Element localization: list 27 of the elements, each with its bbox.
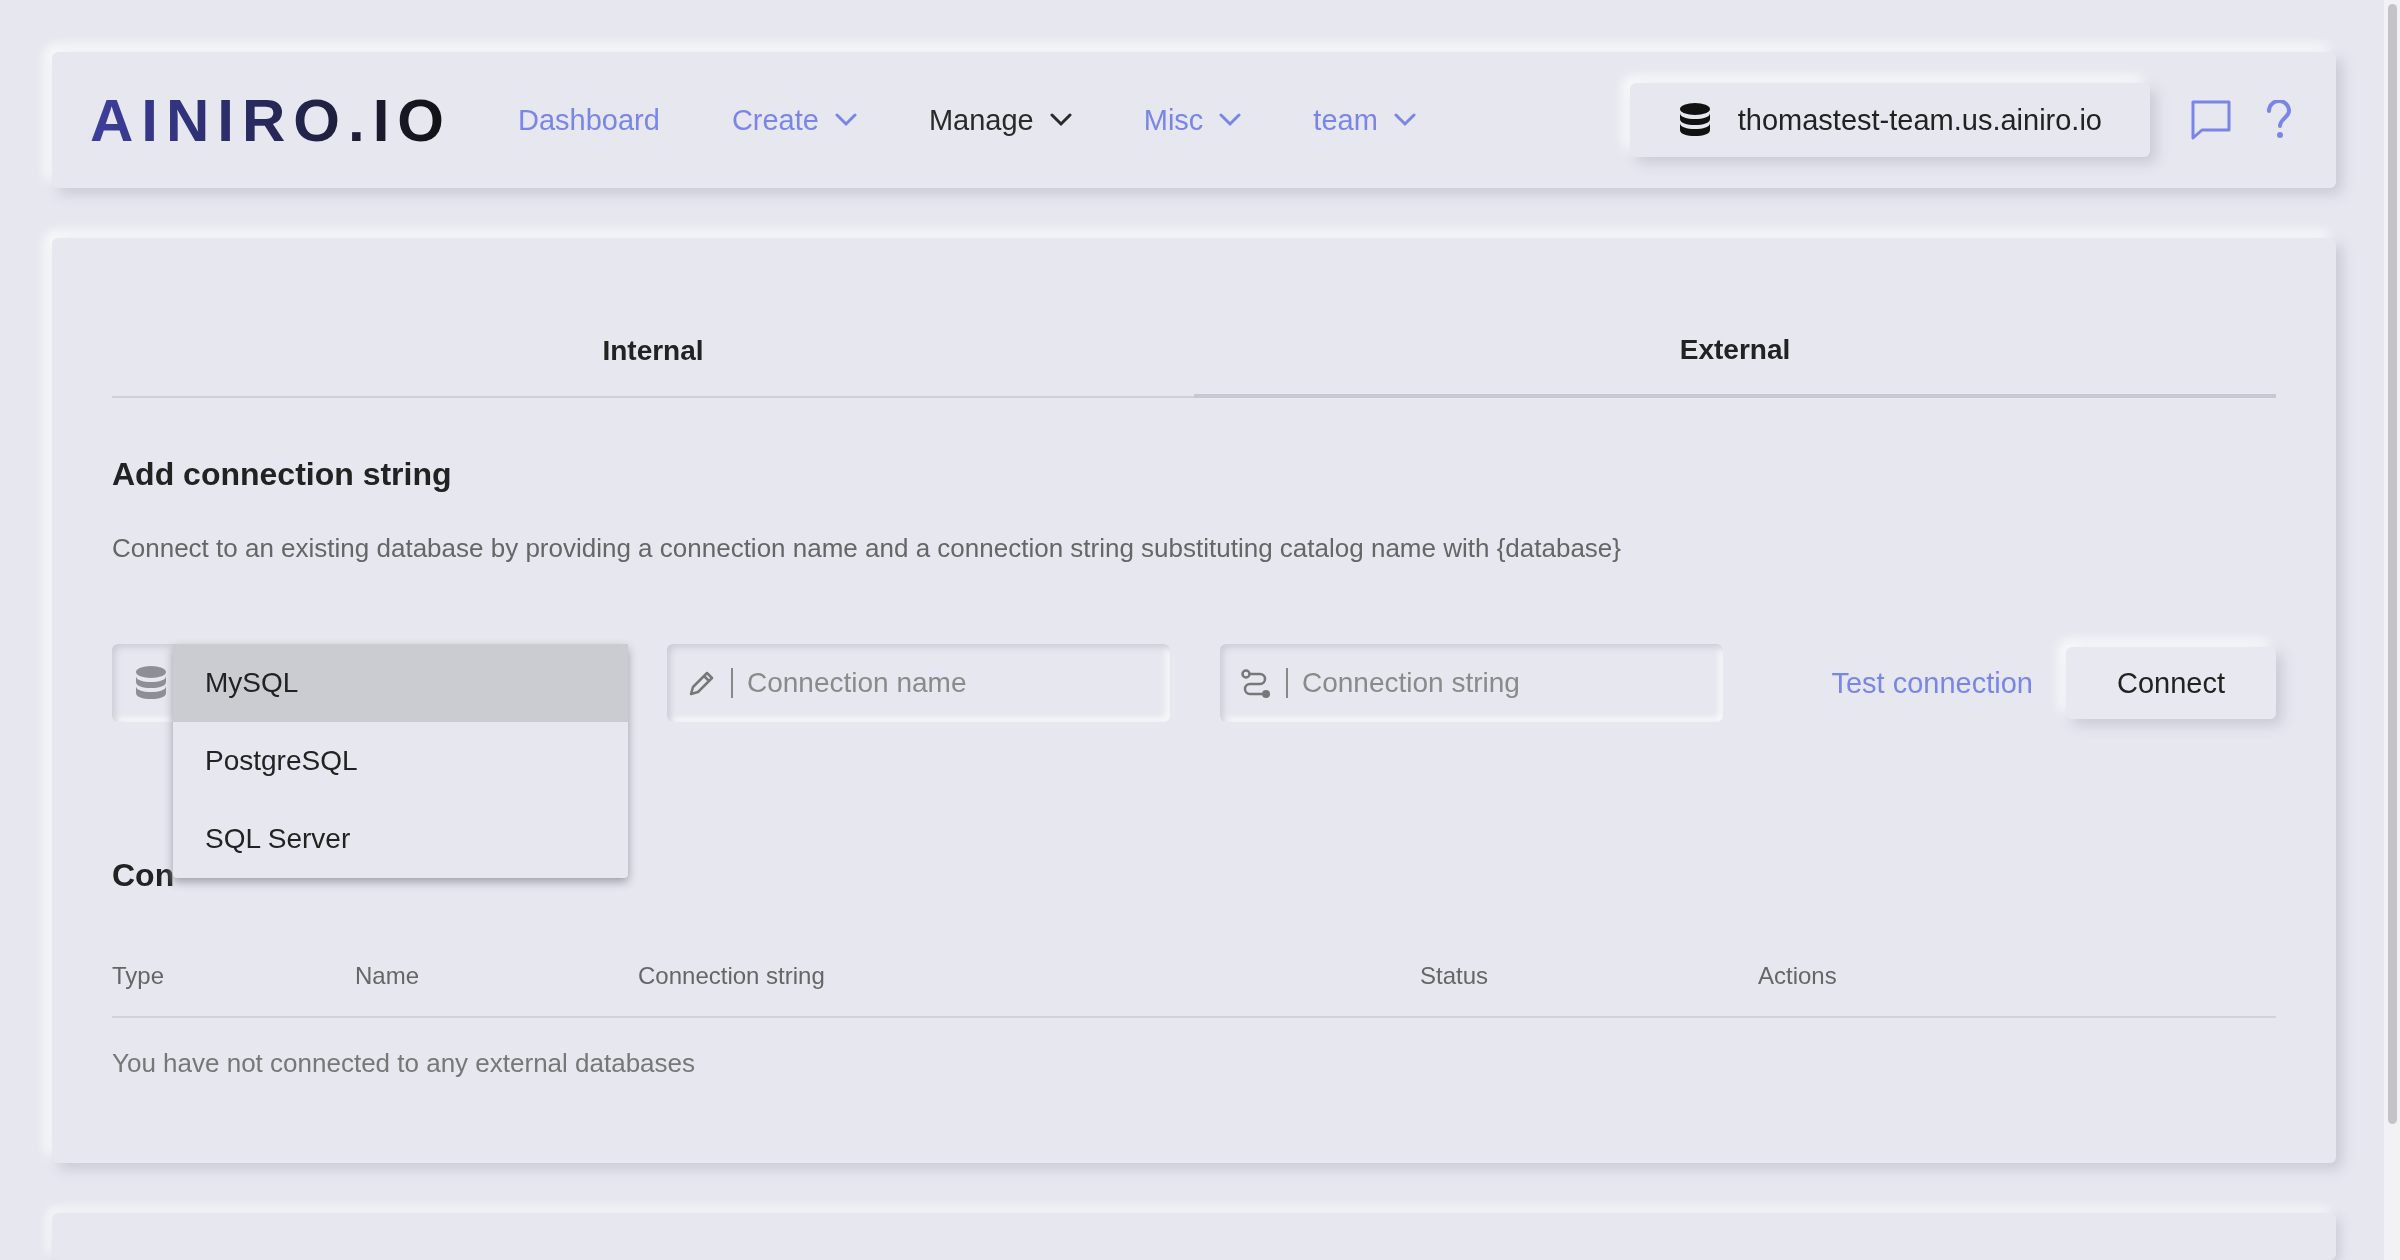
database-icon (134, 665, 168, 701)
help-icon[interactable] (2266, 100, 2292, 140)
tab[interactable]: External (1194, 312, 2276, 398)
column-header: Name (355, 962, 420, 990)
connection-name-field[interactable]: Connection name (747, 648, 1150, 718)
column-header: Actions (1758, 962, 1837, 990)
dropdown-option[interactable]: SQL Server (173, 800, 628, 878)
tab[interactable]: Internal (112, 312, 1194, 398)
section-description: Connect to an existing database by providing a connection name and a connection string substituting catalog name with {database} (112, 533, 1622, 564)
column-header: Connection string (638, 962, 825, 990)
route-icon (1240, 668, 1272, 698)
chevron-down-icon (1393, 113, 1416, 127)
dropdown-option[interactable]: PostgreSQL (173, 722, 628, 800)
empty-message: You have not connected to any external databases (112, 1048, 696, 1079)
nav-link[interactable]: Manage (928, 103, 1072, 137)
server-button[interactable]: thomastest-team.us.ainiro.io (1629, 83, 2150, 157)
column-header: Type (112, 962, 165, 990)
column-header: Status (1420, 962, 1489, 990)
chat-icon[interactable] (2190, 99, 2232, 141)
connect-button[interactable]: Connect (2066, 647, 2276, 719)
section-title: Add connection string (112, 456, 452, 493)
database-icon (1677, 102, 1712, 138)
connection-string-field[interactable]: Connection string (1302, 648, 1703, 718)
dropdown-option[interactable]: MySQL (173, 644, 628, 722)
chevron-down-icon (1219, 113, 1242, 127)
chevron-down-icon (1049, 113, 1072, 127)
chevron-down-icon (834, 113, 857, 127)
